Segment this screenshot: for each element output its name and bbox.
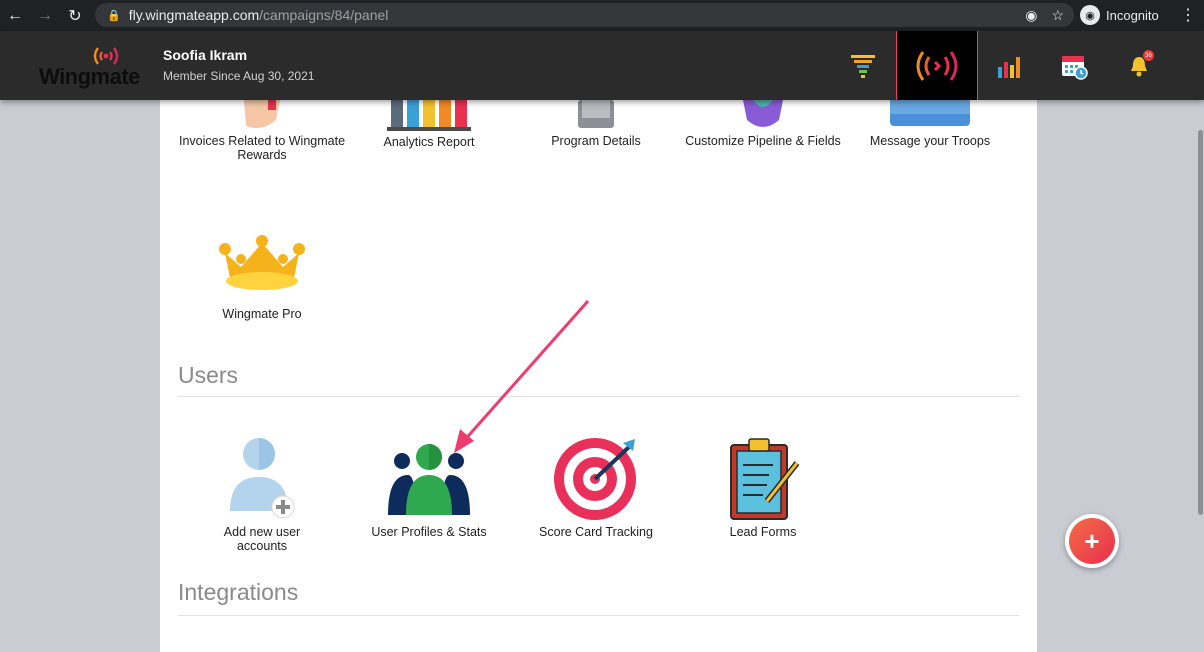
tile-label: Wingmate Pro bbox=[222, 307, 302, 321]
page-scrollbar[interactable] bbox=[1198, 130, 1203, 515]
funnel-icon[interactable] bbox=[831, 31, 895, 100]
browser-toolbar: ← → ↻ 🔒 fly.wingmateapp.com/campaigns/84… bbox=[0, 0, 1204, 31]
bookmark-star-icon[interactable]: ☆ bbox=[1051, 7, 1064, 24]
tile-label: Invoices Related to Wingmate Rewards bbox=[178, 134, 346, 162]
section-divider bbox=[178, 615, 1019, 616]
gear-icon bbox=[743, 100, 783, 127]
tile-label: Message your Troops bbox=[869, 134, 991, 148]
device-icon bbox=[578, 100, 614, 128]
plus-icon: + bbox=[1069, 518, 1115, 564]
tile-message-troops[interactable]: Message your Troops bbox=[845, 100, 1015, 148]
member-since: Member Since Aug 30, 2021 bbox=[163, 69, 315, 83]
clipboard-icon bbox=[730, 438, 800, 520]
tracking-off-icon[interactable]: ◉ bbox=[1025, 7, 1037, 24]
tile-label: Customize Pipeline & Fields bbox=[685, 134, 841, 148]
tile-program-details[interactable]: Program Details bbox=[511, 100, 681, 148]
app-header: Wingmate Soofia Ikram Member Since Aug 3… bbox=[0, 31, 1204, 100]
tile-lead-forms[interactable]: Lead Forms bbox=[678, 437, 848, 539]
hand-coin-icon bbox=[244, 100, 280, 128]
calendar-icon[interactable] bbox=[1042, 31, 1106, 100]
forward-arrow-icon[interactable]: → bbox=[30, 0, 60, 31]
crown-icon bbox=[219, 235, 305, 290]
tile-label: Program Details bbox=[551, 134, 641, 148]
broadcast-icon[interactable] bbox=[896, 31, 978, 100]
tile-label: Analytics Report bbox=[383, 135, 475, 149]
back-arrow-icon[interactable]: ← bbox=[0, 0, 30, 31]
tile-label: Score Card Tracking bbox=[539, 525, 653, 539]
add-user-icon bbox=[230, 438, 295, 519]
notification-badge: 36 bbox=[1143, 50, 1154, 61]
logo-text: Wingmate bbox=[39, 64, 140, 89]
incognito-label: Incognito bbox=[1106, 7, 1159, 23]
address-bar[interactable]: 🔒 fly.wingmateapp.com/campaigns/84/panel… bbox=[95, 3, 1074, 27]
browser-menu-icon[interactable]: ⋮ bbox=[1180, 5, 1196, 25]
lock-icon: 🔒 bbox=[107, 9, 121, 22]
tile-invoices[interactable]: Invoices Related to Wingmate Rewards bbox=[177, 100, 347, 162]
tile-label: Add new user accounts bbox=[223, 525, 301, 553]
message-icon bbox=[890, 100, 970, 126]
section-title-users: Users bbox=[178, 362, 239, 388]
wingmate-logo[interactable]: Wingmate bbox=[36, 42, 140, 90]
tile-customize-pipeline[interactable]: Customize Pipeline & Fields bbox=[678, 100, 848, 148]
annotation-arrow bbox=[454, 300, 590, 453]
reload-icon[interactable]: ↻ bbox=[60, 0, 90, 31]
analytics-chart-icon bbox=[387, 100, 471, 131]
section-title-integrations: Integrations bbox=[178, 579, 299, 605]
add-fab-button[interactable]: + bbox=[1065, 514, 1119, 568]
user-name: Soofia Ikram bbox=[163, 47, 248, 63]
tile-label: Lead Forms bbox=[729, 525, 797, 539]
tile-wingmate-pro[interactable]: Wingmate Pro bbox=[177, 233, 347, 321]
url-host: fly.wingmateapp.com bbox=[128, 7, 260, 23]
tile-analytics-report[interactable]: Analytics Report bbox=[344, 100, 514, 149]
bar-chart-icon[interactable] bbox=[978, 31, 1042, 100]
url-path: /campaigns/84/panel bbox=[259, 7, 389, 23]
tile-add-new-user[interactable]: Add new user accounts bbox=[177, 437, 347, 553]
tile-label: User Profiles & Stats bbox=[371, 525, 487, 539]
incognito-icon: ◉ bbox=[1080, 5, 1100, 25]
incognito-indicator[interactable]: ◉ Incognito bbox=[1080, 4, 1159, 26]
bell-icon[interactable]: 36 bbox=[1107, 31, 1171, 100]
